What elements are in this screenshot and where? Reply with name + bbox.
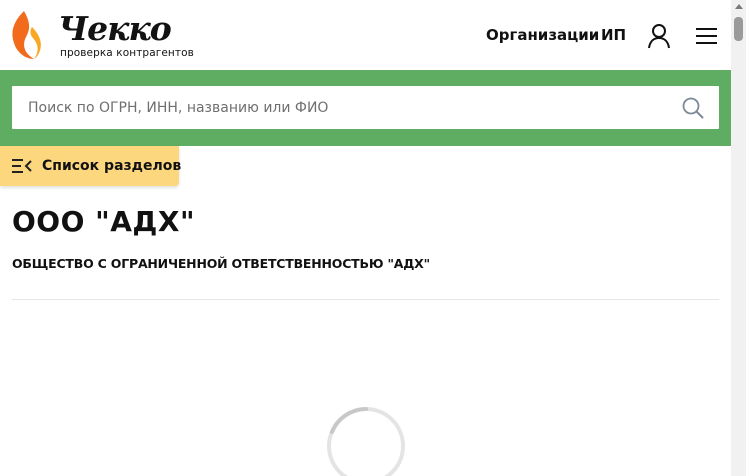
sections-list-button[interactable]: Список разделов [0,146,182,186]
menu-icon[interactable] [695,26,719,46]
site-header: Чекко проверка контрагентов Организации … [0,0,731,70]
divider [12,299,719,300]
scroll-up-arrow-icon[interactable] [735,4,743,9]
page-scrollbar[interactable] [731,0,746,476]
nav-ip-link[interactable]: ИП [601,26,626,44]
search-band [0,70,731,146]
logo-tagline: проверка контрагентов [60,47,194,59]
company-short-name: ООО "АДХ" [12,205,196,238]
flame-logo-icon [12,11,41,59]
spinner-icon [327,407,405,476]
sections-list-label: Список разделов [42,158,182,174]
scrollbar-thumb[interactable] [734,17,743,41]
user-icon[interactable] [647,23,671,49]
logo-wordmark: Чекко [58,9,172,48]
search-input[interactable] [12,86,668,129]
search-box [12,86,719,129]
company-full-name: ОБЩЕСТВО С ОГРАНИЧЕННОЙ ОТВЕТСТВЕННОСТЬЮ… [12,256,430,271]
list-collapse-icon [12,159,32,173]
search-icon[interactable] [682,97,704,119]
logo[interactable]: Чекко проверка контрагентов [10,9,194,63]
page: Чекко проверка контрагентов Организации … [0,0,746,476]
nav-organizations-link[interactable]: Организации [486,26,599,44]
